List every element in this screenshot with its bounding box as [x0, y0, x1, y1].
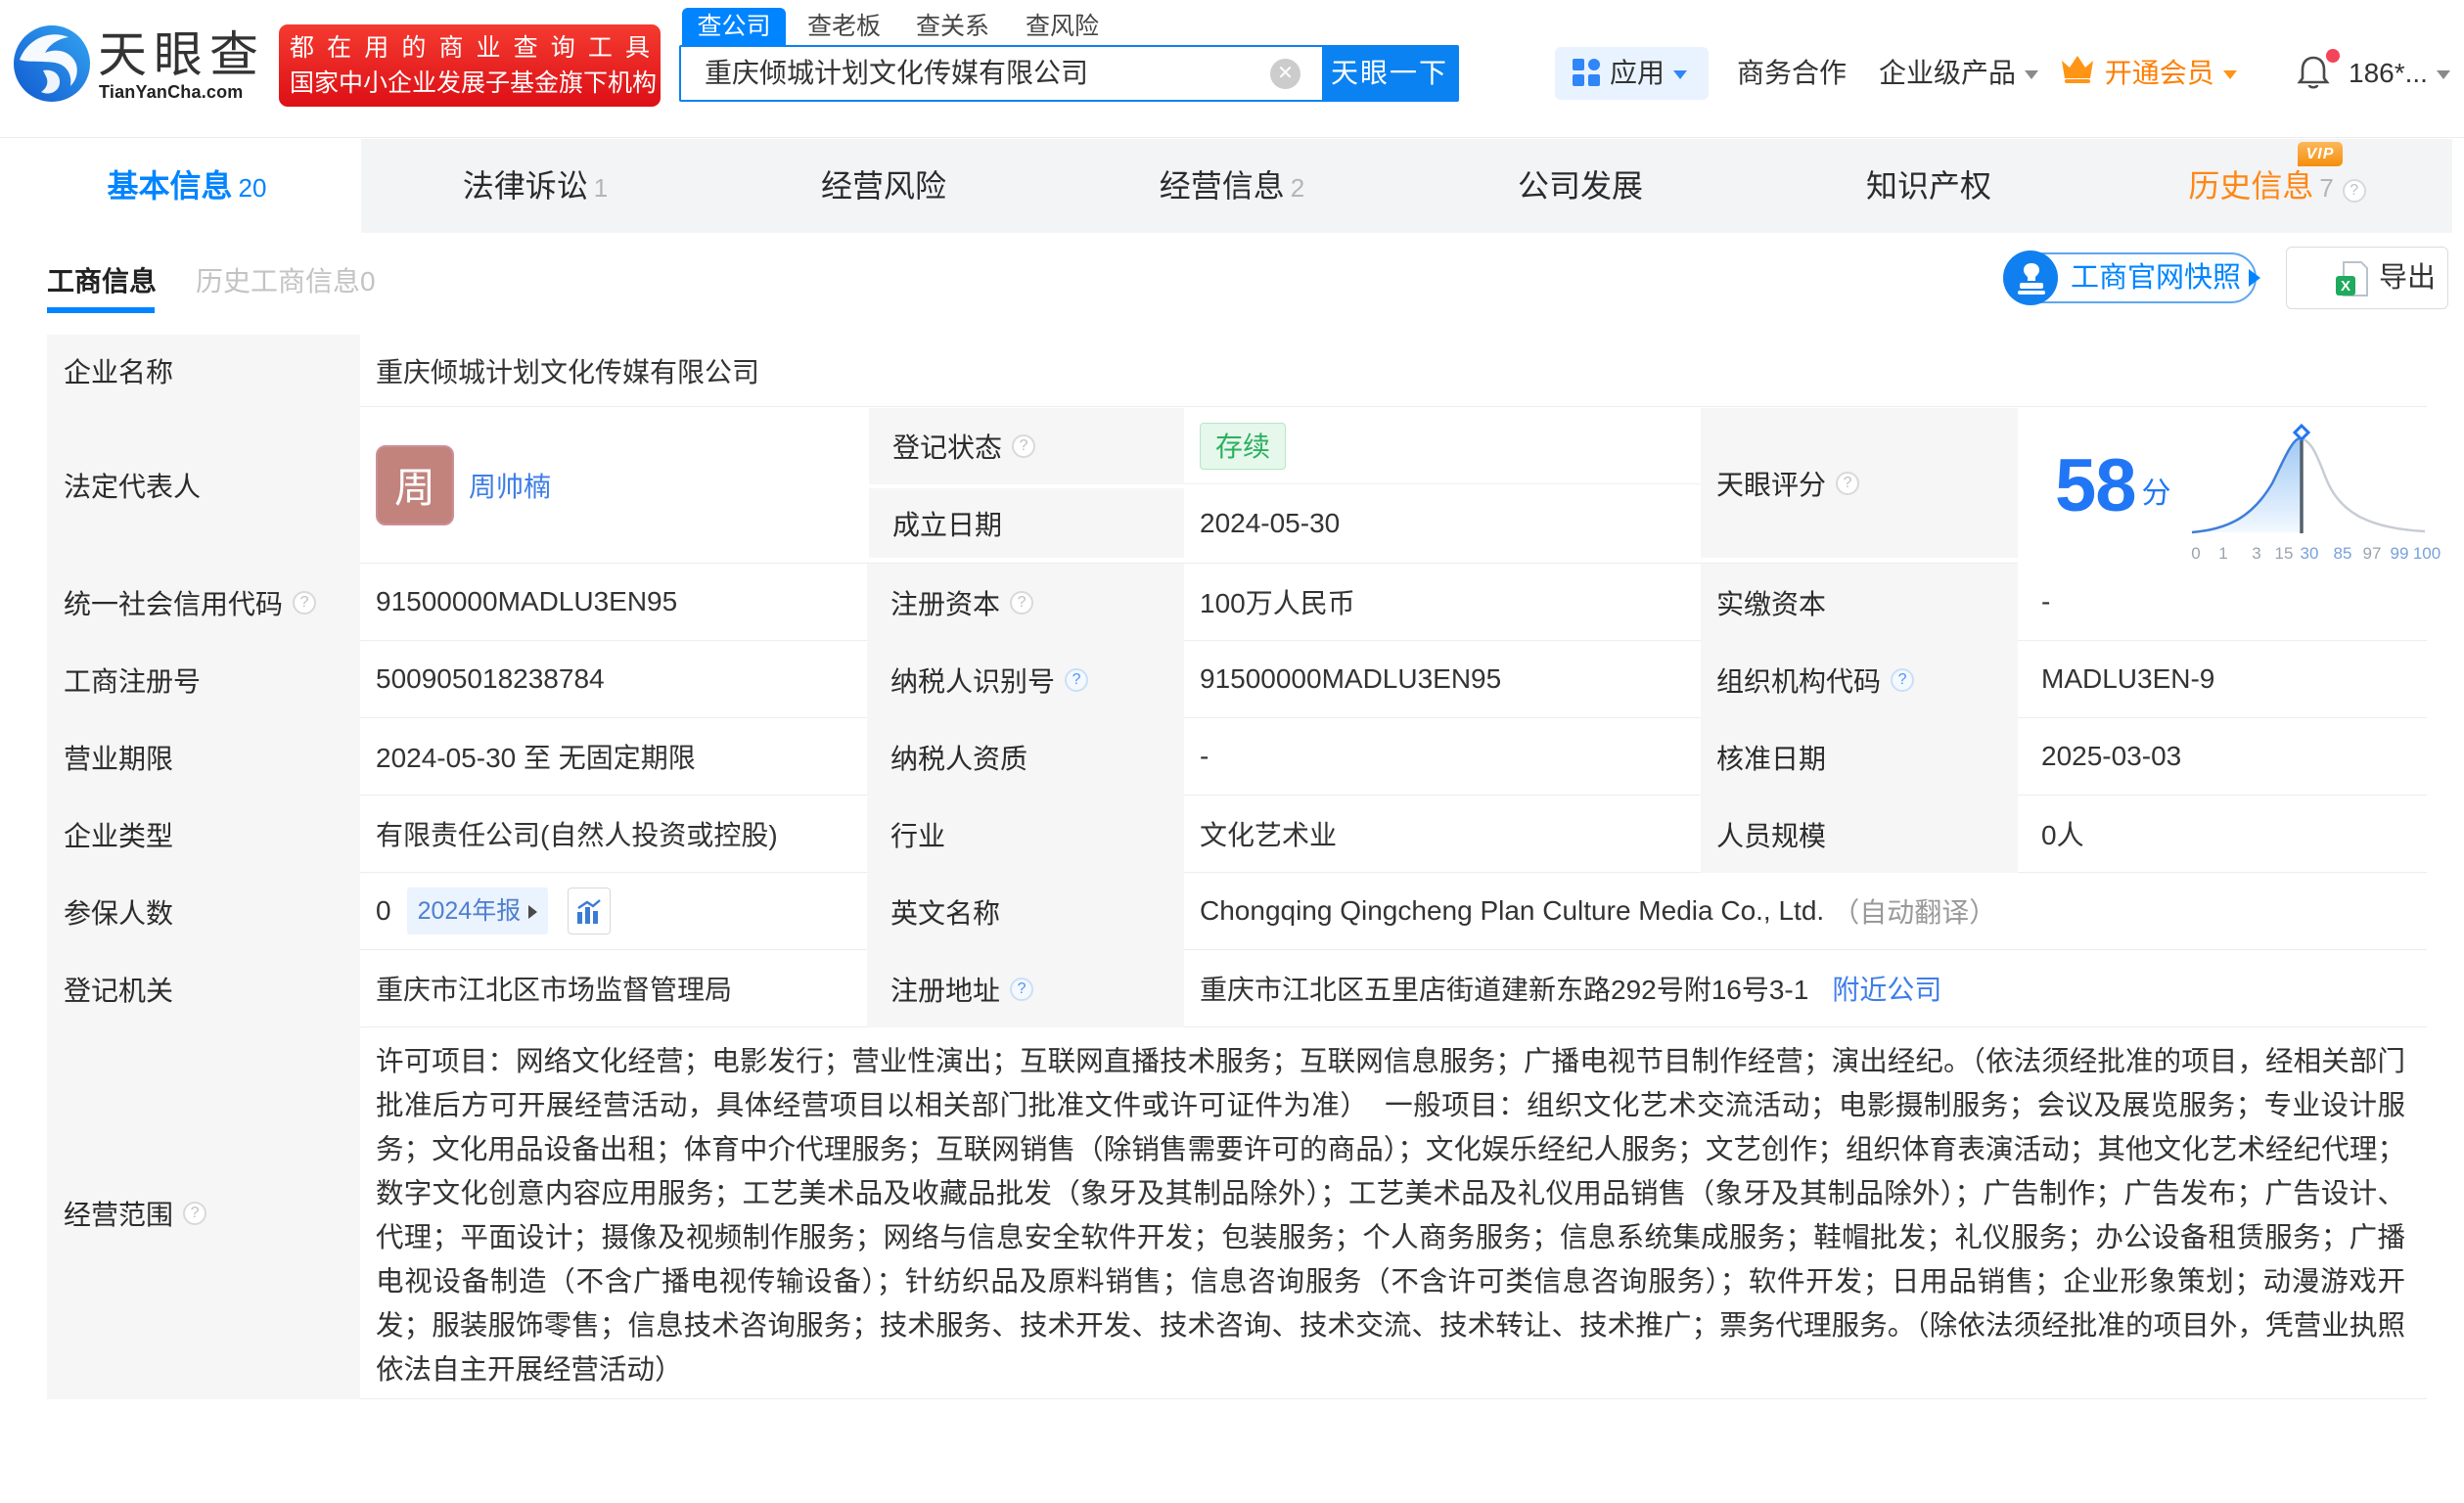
svg-text:3: 3 — [2252, 544, 2260, 563]
svg-text:100: 100 — [2413, 544, 2441, 563]
svg-text:0: 0 — [2191, 544, 2200, 563]
svg-text:1: 1 — [2218, 544, 2227, 563]
svg-text:X: X — [2341, 278, 2350, 295]
svg-text:97: 97 — [2363, 544, 2382, 563]
svg-text:99: 99 — [2391, 544, 2409, 563]
svg-text:85: 85 — [2334, 544, 2352, 563]
svg-text:15: 15 — [2275, 544, 2294, 563]
svg-text:30: 30 — [2301, 544, 2319, 563]
